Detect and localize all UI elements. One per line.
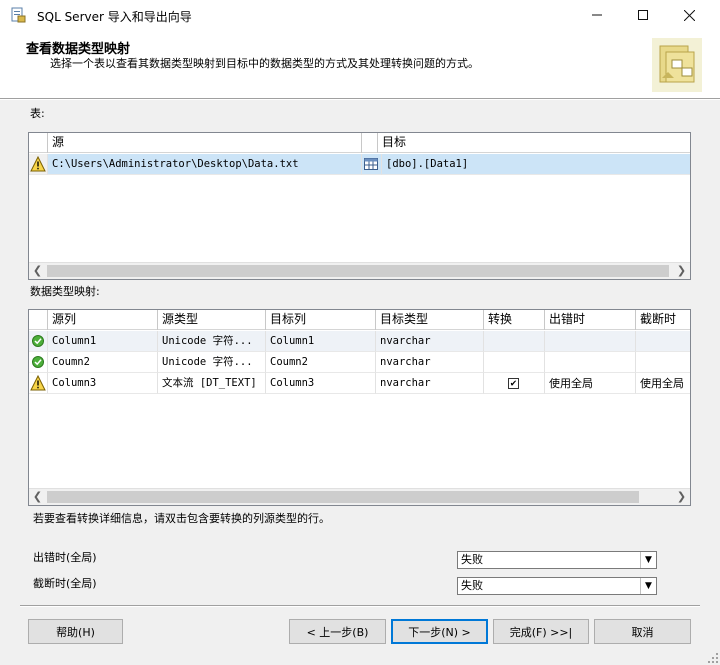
column-header-destination[interactable]: 目标 <box>378 133 690 153</box>
resize-grip-icon[interactable] <box>708 653 718 663</box>
column-header-dest-column[interactable]: 目标列 <box>266 310 376 330</box>
tables-grid-header: 源 目标 <box>29 133 690 153</box>
title-bar: SQL Server 导入和导出向导 <box>0 0 720 30</box>
close-icon <box>683 9 695 21</box>
wizard-logo-icon <box>652 38 702 92</box>
column-header-source-type[interactable]: 源类型 <box>158 310 266 330</box>
dest-column: Column1 <box>266 331 376 352</box>
help-button[interactable]: 帮助(H) <box>28 619 123 644</box>
minimize-icon <box>592 14 602 16</box>
maximize-button[interactable] <box>620 0 666 30</box>
tables-hscrollbar[interactable]: ❮ ❯ <box>29 262 690 279</box>
column-header-spacer <box>362 133 378 153</box>
maximize-icon <box>638 10 648 20</box>
cancel-button[interactable]: 取消 <box>594 619 691 644</box>
column-header-dest-type[interactable]: 目标类型 <box>376 310 484 330</box>
dest-type: nvarchar <box>376 352 484 373</box>
warning-icon <box>30 374 46 391</box>
column-header-convert[interactable]: 转换 <box>484 310 545 330</box>
tables-grid[interactable]: 源 目标 C:\Users\Administrator\Desktop\Data… <box>28 132 691 280</box>
on-error[interactable]: 使用全局 <box>545 373 636 394</box>
mapping-row[interactable]: Column3 文本流 [DT_TEXT] Column3 nvarchar ✔… <box>29 373 690 394</box>
on-error <box>545 352 636 373</box>
on-error-global-value: 失败 <box>461 553 483 566</box>
on-truncate <box>636 352 690 373</box>
convert-cell <box>484 352 545 373</box>
app-icon <box>11 7 26 23</box>
convert-cell: ✔ <box>484 373 545 394</box>
row-header-corner <box>29 133 48 153</box>
on-error-global-select[interactable]: 失败 ▼ <box>457 551 657 569</box>
scroll-thumb[interactable] <box>47 491 639 503</box>
source-type: 文本流 [DT_TEXT] <box>158 373 266 394</box>
convert-checkbox[interactable]: ✔ <box>508 378 519 389</box>
source-column: Column3 <box>48 373 158 394</box>
source-column: Column1 <box>48 331 158 352</box>
ok-icon <box>32 356 44 368</box>
row-header-corner <box>29 310 48 330</box>
on-truncate-global-value: 失败 <box>461 579 483 592</box>
source-path: C:\Users\Administrator\Desktop\Data.txt <box>48 154 362 175</box>
row-status <box>29 373 48 394</box>
dropdown-arrow-icon: ▼ <box>640 552 656 568</box>
on-truncate <box>636 331 690 352</box>
mapping-grid[interactable]: 源列 源类型 目标列 目标类型 转换 出错时 截断时 Column1 Unico… <box>28 309 691 506</box>
convert-cell <box>484 331 545 352</box>
on-truncate-global-select[interactable]: 失败 ▼ <box>457 577 657 595</box>
wizard-header: 查看数据类型映射 选择一个表以查看其数据类型映射到目标中的数据类型的方式及其处理… <box>0 30 720 98</box>
dest-column: Column3 <box>266 373 376 394</box>
scroll-left-icon[interactable]: ❮ <box>29 263 46 279</box>
column-header-source[interactable]: 源 <box>48 133 362 153</box>
source-column: Coumn2 <box>48 352 158 373</box>
tables-label: 表: <box>30 107 45 120</box>
mapping-hscrollbar[interactable]: ❮ ❯ <box>29 488 690 505</box>
window-title: SQL Server 导入和导出向导 <box>37 10 192 24</box>
warning-icon <box>30 155 46 172</box>
scroll-left-icon[interactable]: ❮ <box>29 489 46 505</box>
source-type: Unicode 字符... <box>158 352 266 373</box>
row-status <box>29 154 48 175</box>
hint-text: 若要查看转换详细信息，请双击包含要转换的列源类型的行。 <box>33 512 330 525</box>
table-icon <box>364 158 378 170</box>
row-status <box>29 331 48 352</box>
column-header-source-column[interactable]: 源列 <box>48 310 158 330</box>
footer-separator <box>20 605 700 607</box>
minimize-button[interactable] <box>574 0 620 30</box>
dropdown-arrow-icon: ▼ <box>640 578 656 594</box>
scroll-right-icon[interactable]: ❯ <box>673 263 690 279</box>
mapping-row[interactable]: Coumn2 Unicode 字符... Coumn2 nvarchar <box>29 352 690 373</box>
destination-table: [dbo].[Data1] <box>382 154 690 175</box>
mapping-grid-header: 源列 源类型 目标列 目标类型 转换 出错时 截断时 <box>29 310 690 330</box>
dest-column: Coumn2 <box>266 352 376 373</box>
page-subtitle: 选择一个表以查看其数据类型映射到目标中的数据类型的方式及其处理转换问题的方式。 <box>50 57 479 70</box>
scroll-right-icon[interactable]: ❯ <box>673 489 690 505</box>
mapping-row[interactable]: Column1 Unicode 字符... Column1 nvarchar <box>29 331 690 352</box>
finish-button[interactable]: 完成(F) >>| <box>493 619 589 644</box>
column-header-on-error[interactable]: 出错时 <box>545 310 636 330</box>
table-row[interactable]: C:\Users\Administrator\Desktop\Data.txt … <box>29 154 690 175</box>
destination-table-icon-cell <box>362 154 382 175</box>
mapping-label: 数据类型映射: <box>30 285 100 298</box>
on-error <box>545 331 636 352</box>
row-status <box>29 352 48 373</box>
ok-icon <box>32 335 44 347</box>
dest-type: nvarchar <box>376 331 484 352</box>
dest-type: nvarchar <box>376 373 484 394</box>
close-button[interactable] <box>666 0 712 30</box>
on-truncate[interactable]: 使用全局 <box>636 373 690 394</box>
next-button[interactable]: 下一步(N) > <box>391 619 488 644</box>
source-type: Unicode 字符... <box>158 331 266 352</box>
on-error-global-label: 出错时(全局) <box>33 551 97 564</box>
scroll-thumb[interactable] <box>47 265 669 277</box>
column-header-on-truncate[interactable]: 截断时 <box>636 310 690 330</box>
on-truncate-global-label: 截断时(全局) <box>33 577 97 590</box>
back-button[interactable]: < 上一步(B) <box>289 619 386 644</box>
